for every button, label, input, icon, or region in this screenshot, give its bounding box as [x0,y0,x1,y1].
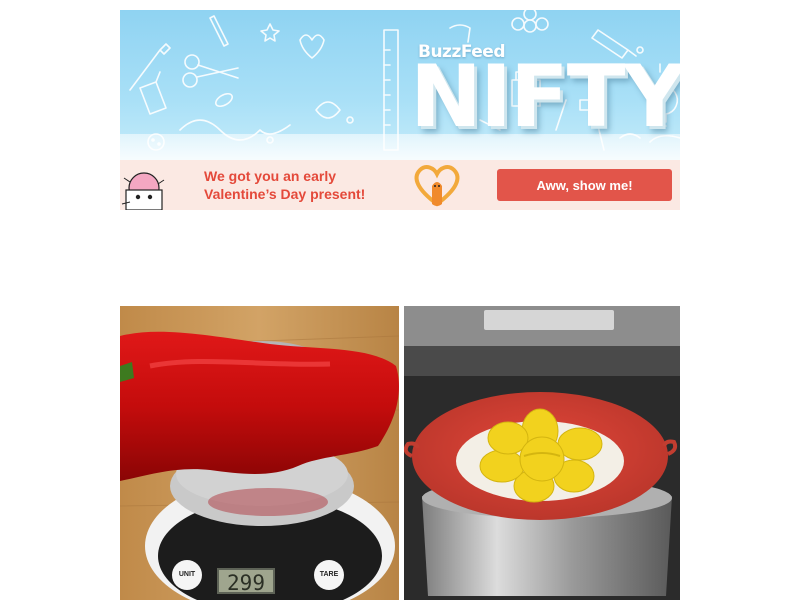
scale-tare-button: TARE [314,560,344,590]
scale-unit-button: UNIT [172,560,202,590]
valentines-promo-strip[interactable]: We got you an early Valentine’s Day pres… [120,160,680,210]
heart-hand-icon [414,165,460,207]
cartoon-mascot-icon [121,172,165,210]
nifty-banner[interactable]: BuzzFeed NIFTY [120,10,680,160]
pencil-icon [209,15,229,47]
glue-bottle-icon [139,71,167,115]
spill-stopper-photo[interactable] [404,306,680,600]
promo-message: We got you an early Valentine’s Day pres… [204,167,404,203]
spill-stopper-image [404,306,680,600]
leaf-icon [215,92,233,108]
pepper-on-scale-photo[interactable]: UNIT 299 TARE [120,306,399,600]
pepper-scale-image [120,306,399,600]
scale-weight-display: 299 [217,568,275,595]
promo-message-line1: We got you an early [204,168,336,184]
promo-message-line2: Valentine’s Day present! [204,186,366,202]
nifty-title: NIFTY [410,47,680,147]
ruler-icon [383,29,399,151]
scissors-icon [182,54,239,88]
aww-show-me-button[interactable]: Aww, show me! [497,169,672,201]
paintbrush-icon [129,43,171,91]
